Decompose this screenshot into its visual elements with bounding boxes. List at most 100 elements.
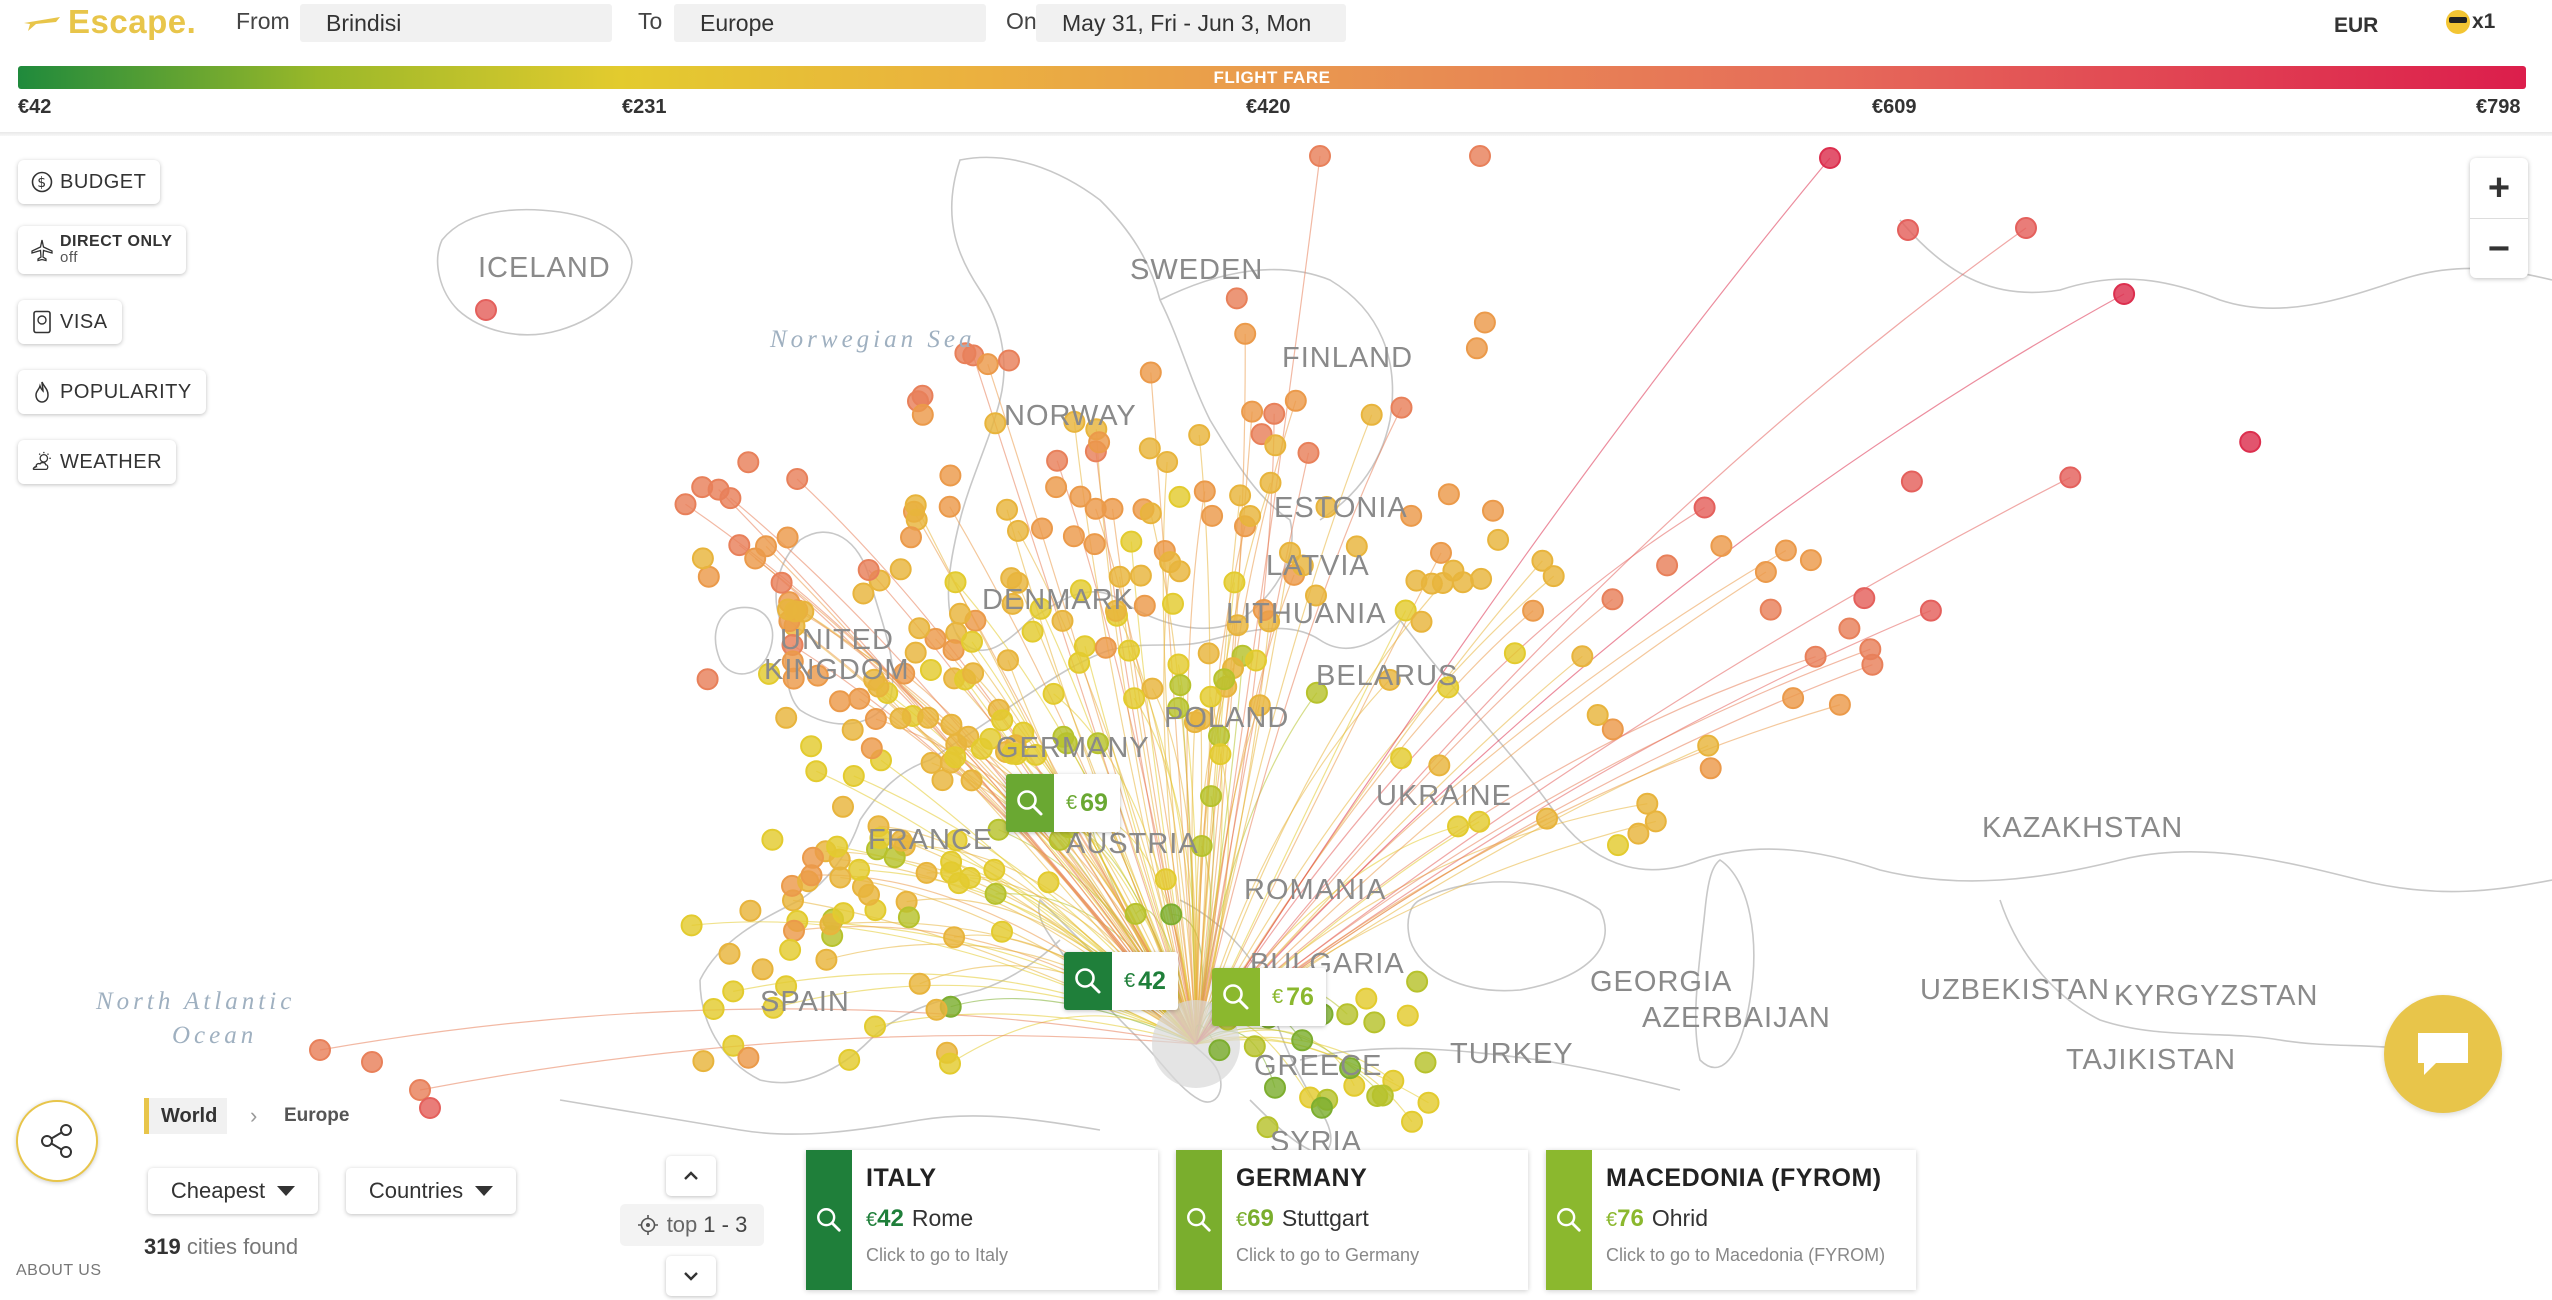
destination-dot [984, 882, 1007, 905]
popularity-filter-button[interactable]: POPULARITY [18, 370, 206, 414]
about-us-link[interactable]: ABOUT US [16, 1262, 102, 1280]
destination-dot [309, 1039, 331, 1061]
destination-dot [1900, 470, 1923, 493]
country-label: TURKEY [1450, 1038, 1574, 1070]
destination-dot [1159, 551, 1182, 574]
destination-dot [900, 526, 922, 549]
destination-dot [1223, 571, 1246, 594]
destination-dot [1200, 785, 1222, 808]
result-card[interactable]: ITALY €42 Rome Click to go to Italy [806, 1150, 1158, 1290]
passenger-selector[interactable]: x1 [2446, 10, 2495, 34]
destination-dot [897, 906, 920, 929]
destination-dot [1042, 682, 1065, 705]
destination-dot [783, 919, 805, 942]
destination-dot [1062, 525, 1085, 548]
visa-filter-button[interactable]: VISA [18, 300, 122, 344]
breadcrumb-world[interactable]: World [144, 1098, 228, 1134]
destination-dot [829, 690, 851, 713]
page-up-button[interactable] [666, 1156, 716, 1196]
destination-dot [737, 1046, 760, 1069]
country-label: FRANCE [868, 824, 994, 856]
top-bar: Escape. From Brindisi To Europe On May 3… [0, 0, 2552, 46]
destination-dot [852, 582, 875, 605]
destination-dot [848, 858, 871, 881]
popularity-filter-label: POPULARITY [60, 380, 192, 403]
destination-dot [1229, 484, 1252, 507]
fare-tick: €42 [18, 96, 52, 118]
destination-dot [959, 866, 981, 889]
date-field[interactable]: May 31, Fri - Jun 3, Mon [1036, 4, 1346, 42]
destination-dot [904, 494, 927, 517]
destination-dot [1208, 1039, 1231, 1062]
card-city: Rome [911, 1205, 974, 1231]
destination-dot [1804, 645, 1827, 668]
destination-dot [1601, 588, 1624, 611]
weather-filter-button[interactable]: WEATHER [18, 440, 177, 484]
zoom-in-button[interactable]: + [2470, 158, 2528, 219]
destination-dot [960, 769, 983, 792]
price-marker[interactable]: € 69 [1006, 774, 1120, 832]
destination-dot [908, 617, 931, 640]
destination-dot [826, 835, 849, 858]
visa-filter-label: VISA [60, 310, 108, 333]
destination-dot [1859, 638, 1882, 661]
to-field[interactable]: Europe [674, 4, 986, 42]
destination-dot [1169, 674, 1192, 697]
breadcrumb-europe[interactable]: Europe [284, 1098, 349, 1134]
plane-icon [30, 238, 54, 262]
destination-dot [1310, 1096, 1333, 1119]
destination-dot [984, 412, 1007, 435]
share-button[interactable] [16, 1100, 98, 1182]
page-down-button[interactable] [666, 1256, 716, 1296]
sort-dropdown[interactable]: Cheapest [148, 1168, 318, 1214]
destination-dot [1156, 451, 1179, 473]
chevron-right-icon: › [250, 1103, 258, 1128]
destination-dot [1068, 651, 1091, 674]
direct-only-filter-button[interactable]: DIRECT ONLY off [18, 226, 187, 274]
destination-dot [1919, 599, 1942, 622]
destination-dot [1838, 617, 1861, 640]
destination-dot [1417, 1091, 1440, 1114]
passenger-count: x1 [2472, 10, 2496, 33]
destination-dot [1139, 502, 1162, 525]
result-card[interactable]: GERMANY €69 Stuttgart Click to go to Germ… [1176, 1150, 1528, 1290]
result-card[interactable]: MACEDONIA (FYROM) €76 Ohrid Click to go t… [1546, 1150, 1916, 1290]
destination-dot [718, 942, 741, 965]
destination-dot [1447, 815, 1469, 838]
currency-selector[interactable]: EUR [2334, 14, 2378, 38]
destination-dot [1007, 519, 1029, 542]
destination-dot [1263, 402, 1286, 425]
destination-dot [860, 737, 883, 760]
destination-dot [722, 980, 745, 1003]
zoom-out-button[interactable]: − [2470, 219, 2528, 279]
price-marker[interactable]: € 76 [1212, 968, 1326, 1026]
search-icon [1006, 774, 1054, 832]
destination-dot [1531, 549, 1554, 572]
destination-dot [1297, 441, 1320, 464]
destination-dot [1465, 337, 1488, 360]
destination-dot [1482, 499, 1504, 522]
marker-amount: 76 [1286, 982, 1314, 1011]
destination-dot [1141, 677, 1164, 700]
card-hint: Click to go to Italy [866, 1245, 1009, 1265]
country-label: ESTONIA [1274, 492, 1408, 524]
destination-dot [842, 765, 865, 787]
search-icon [1064, 952, 1112, 1010]
destination-dot [1853, 587, 1876, 610]
destination-dot [1799, 549, 1822, 572]
destination-dot [1133, 594, 1156, 617]
country-label: UNITED [780, 624, 894, 656]
destination-dot [1241, 400, 1264, 423]
destination-dot [1607, 834, 1629, 857]
destination-dot [1162, 592, 1184, 615]
logo[interactable]: Escape. [22, 2, 196, 42]
chat-button[interactable] [2384, 995, 2502, 1113]
group-dropdown[interactable]: Countries [346, 1168, 516, 1214]
destination-dot [1188, 424, 1211, 446]
budget-filter-button[interactable]: $ BUDGET [18, 160, 161, 204]
map[interactable]: ICELAND SWEDEN FINLAND NORWAY ESTONIA LA… [0, 136, 2552, 1300]
price-marker[interactable]: € 42 [1064, 952, 1178, 1010]
from-field[interactable]: Brindisi [300, 4, 612, 42]
group-value: Countries [368, 1178, 464, 1203]
card-currency: € [1606, 1209, 1618, 1231]
